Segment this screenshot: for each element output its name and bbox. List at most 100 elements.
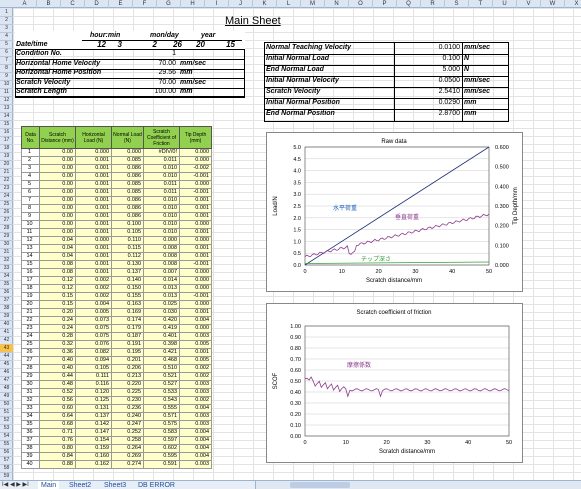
table-cell[interactable]: 0.56 xyxy=(39,396,76,405)
table-cell[interactable]: 3 xyxy=(21,164,40,173)
table-cell[interactable]: 0.252 xyxy=(111,428,144,437)
table-cell[interactable]: 0.131 xyxy=(75,404,112,413)
table-cell[interactable]: 0.008 xyxy=(143,260,180,269)
table-cell[interactable]: 0.076 xyxy=(75,340,112,349)
table-cell[interactable]: 0.155 xyxy=(111,292,144,301)
table-cell[interactable]: 0.159 xyxy=(75,444,112,453)
left-param-value[interactable]: 70.00 xyxy=(118,60,176,67)
table-cell[interactable]: 0.142 xyxy=(75,420,112,429)
tab-main[interactable]: Main xyxy=(38,481,60,489)
table-cell[interactable]: 0.000 xyxy=(179,276,212,285)
table-cell[interactable]: 0.602 xyxy=(143,444,180,453)
table-cell[interactable]: 0.073 xyxy=(75,316,112,325)
friction-chart[interactable]: Scratch coefficient of friction 1.00 0.90 0… xyxy=(266,303,523,463)
table-cell[interactable]: 0.150 xyxy=(111,284,144,293)
table-cell[interactable]: 0.44 xyxy=(39,372,76,381)
table-cell[interactable]: 0.527 xyxy=(143,380,180,389)
table-cell[interactable]: 0.174 xyxy=(111,316,144,325)
table-cell[interactable]: 0.137 xyxy=(111,268,144,277)
table-cell[interactable]: 0.24 xyxy=(39,316,76,325)
table-cell[interactable]: 31 xyxy=(21,388,40,397)
table-cell[interactable]: 0.001 xyxy=(75,196,112,205)
table-cell[interactable]: 0.000 xyxy=(179,324,212,333)
table-cell[interactable]: 0.086 xyxy=(111,196,144,205)
table-cell[interactable]: 0.12 xyxy=(39,284,76,293)
table-cell[interactable]: 17 xyxy=(21,276,40,285)
column-header-u[interactable]: U xyxy=(493,0,517,8)
table-cell[interactable]: 0.003 xyxy=(179,332,212,341)
table-cell[interactable]: 26 xyxy=(21,348,40,357)
column-header-f[interactable]: F xyxy=(133,0,157,8)
table-cell[interactable]: -0.001 xyxy=(179,260,212,269)
table-cell[interactable]: 32 xyxy=(21,396,40,405)
table-cell[interactable]: 25 xyxy=(21,340,40,349)
table-cell[interactable]: 0.274 xyxy=(111,460,144,469)
table-cell[interactable]: 0.12 xyxy=(39,276,76,285)
table-cell[interactable]: 0.010 xyxy=(143,220,180,229)
table-cell[interactable]: 0.04 xyxy=(39,236,76,245)
table-cell[interactable]: 0.010 xyxy=(143,204,180,213)
table-cell[interactable]: 10 xyxy=(21,220,40,229)
column-header-a[interactable]: A xyxy=(13,0,37,8)
table-cell[interactable]: -0.001 xyxy=(179,188,212,197)
table-cell[interactable]: 0.002 xyxy=(75,292,112,301)
table-cell[interactable]: 0.420 xyxy=(143,316,180,325)
table-cell[interactable]: 0.40 xyxy=(39,356,76,365)
table-cell[interactable]: 0.003 xyxy=(179,420,212,429)
table-cell[interactable]: 0.001 xyxy=(75,244,112,253)
month-value[interactable]: 2 xyxy=(137,40,157,49)
table-cell[interactable]: 33 xyxy=(21,404,40,413)
min-value[interactable]: 3 xyxy=(106,40,122,49)
scrollbar-thumb[interactable] xyxy=(290,482,350,488)
table-cell[interactable]: 0.115 xyxy=(111,244,144,253)
raw-data-chart[interactable]: Raw data 5.0 4.5 4.0 3.5 3.0 2.5 2.0 1.5 1.0 0.5 0.… xyxy=(266,132,523,292)
table-cell[interactable]: 0.591 xyxy=(143,460,180,469)
table-cell[interactable]: 6 xyxy=(21,188,40,197)
table-cell[interactable]: 11 xyxy=(21,228,40,237)
table-cell[interactable]: 0.001 xyxy=(75,268,112,277)
column-header-n[interactable]: N xyxy=(325,0,349,8)
column-header-h[interactable]: H xyxy=(181,0,205,8)
table-cell[interactable]: 0.002 xyxy=(179,364,212,373)
right-param-value[interactable]: 0.0100 xyxy=(396,44,460,51)
table-cell[interactable]: 0.68 xyxy=(39,420,76,429)
table-cell[interactable]: 14 xyxy=(21,252,40,261)
table-cell[interactable]: 22 xyxy=(21,316,40,325)
table-cell[interactable]: 0.003 xyxy=(179,388,212,397)
table-cell[interactable]: 39 xyxy=(21,452,40,461)
column-header-g[interactable]: G xyxy=(157,0,181,8)
column-header-p[interactable]: P xyxy=(373,0,397,8)
table-cell[interactable]: 0.004 xyxy=(179,452,212,461)
table-cell[interactable]: 0.001 xyxy=(75,180,112,189)
table-cell[interactable]: 0.187 xyxy=(111,332,144,341)
table-cell[interactable]: 0.013 xyxy=(143,292,180,301)
table-cell[interactable]: 0.004 xyxy=(179,444,212,453)
table-cell[interactable]: 0.71 xyxy=(39,428,76,437)
table-cell[interactable]: 7 xyxy=(21,196,40,205)
table-cell[interactable]: 0.510 xyxy=(143,364,180,373)
table-cell[interactable]: 0.075 xyxy=(75,324,112,333)
table-cell[interactable]: 0.220 xyxy=(111,380,144,389)
table-cell[interactable]: 0.000 xyxy=(75,148,112,157)
table-cell[interactable]: 0.001 xyxy=(75,260,112,269)
table-cell[interactable]: 0.008 xyxy=(143,252,180,261)
table-cell[interactable]: 0.213 xyxy=(111,372,144,381)
table-cell[interactable]: 0.001 xyxy=(179,204,212,213)
table-cell[interactable]: 9 xyxy=(21,212,40,221)
table-cell[interactable]: 0.001 xyxy=(75,212,112,221)
table-cell[interactable]: 2 xyxy=(21,156,40,165)
table-cell[interactable]: 0.00 xyxy=(39,180,76,189)
left-param-value[interactable]: 100.00 xyxy=(118,88,176,95)
table-cell[interactable]: 0.36 xyxy=(39,348,76,357)
table-cell[interactable]: 0.88 xyxy=(39,460,76,469)
table-cell[interactable]: 0.000 xyxy=(179,268,212,277)
table-cell[interactable]: 8 xyxy=(21,204,40,213)
table-cell[interactable]: 0.004 xyxy=(179,316,212,325)
table-cell[interactable]: 0.004 xyxy=(179,428,212,437)
table-cell[interactable]: 28 xyxy=(21,364,40,373)
table-cell[interactable]: 0.32 xyxy=(39,340,76,349)
tab-sheet3[interactable]: Sheet3 xyxy=(101,481,129,489)
table-cell[interactable]: 0.001 xyxy=(179,252,212,261)
table-cell[interactable]: 24 xyxy=(21,332,40,341)
table-cell[interactable]: 0.40 xyxy=(39,364,76,373)
